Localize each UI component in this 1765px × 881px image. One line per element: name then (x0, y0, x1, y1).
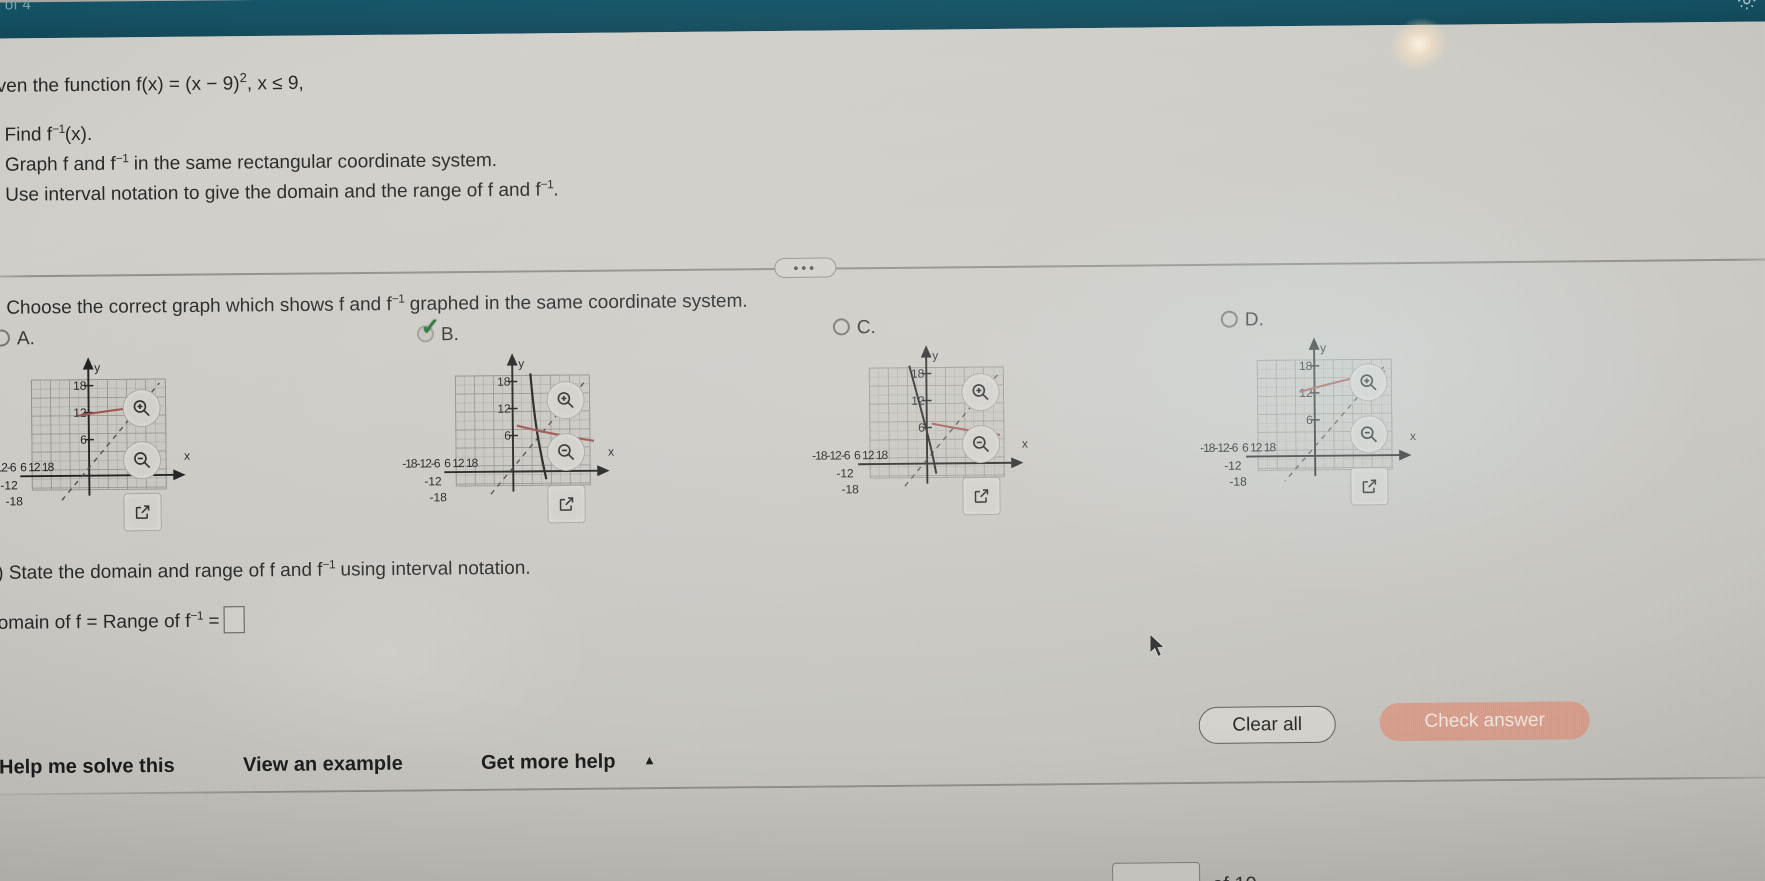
svg-text:y: y (94, 361, 100, 375)
svg-text:y: y (518, 356, 524, 370)
svg-text:y: y (1320, 341, 1326, 355)
choice-radio-a[interactable] (0, 329, 11, 347)
get-more-help-link[interactable]: Get more help (481, 751, 616, 775)
graph-b-y-neg18-tick: -18 (429, 490, 447, 505)
part-c-tail: . (553, 179, 559, 201)
choice-radio-d[interactable] (1220, 310, 1238, 328)
part-b-tail: in the same rectangular coordinate syste… (128, 150, 498, 175)
domain-answer-input[interactable] (223, 606, 245, 634)
domain-answer-equals: = (208, 610, 220, 632)
graph-d-zoom-out-button[interactable] (1349, 415, 1389, 454)
graph-a-zoom-in-button[interactable] (122, 388, 161, 428)
graph-option-a[interactable]: y x 18 12 6 (9, 354, 220, 502)
part-b-text: ) Graph f and f (0, 153, 116, 176)
graph-d-y-neg-ticks: -12 (1224, 458, 1242, 473)
graph-a-x-ticks: -18-12-6 6 12 18 (0, 459, 54, 475)
help-me-solve-this-link[interactable]: Help me solve this (0, 755, 175, 780)
exercise-page: iven the function f(x) = (x − 9)2, x ≤ 9… (0, 21, 1765, 881)
graph-c-y-neg18-tick: -18 (841, 482, 859, 497)
graph-option-d[interactable]: y x 18 12 6 (1235, 335, 1446, 482)
part-b-exponent: −1 (115, 151, 129, 166)
graph-a-expand-button[interactable] (123, 492, 162, 532)
domain-answer-label: omain of f = Range of f (0, 611, 191, 634)
screen-surface: 3 of 4 iven the function f(x) = (x − 9)2… (0, 0, 1765, 881)
problem-part-c: ) Use interval notation to give the doma… (0, 175, 559, 210)
state-lead-text: ) State the domain and range of f and f (0, 559, 323, 584)
domain-answer-row: omain of f = Range of f−1 = (0, 606, 245, 638)
view-an-example-link[interactable]: View an example (243, 753, 403, 778)
part-c-text: ) Use interval notation to give the doma… (0, 179, 541, 206)
svg-text:x: x (608, 445, 614, 459)
graph-option-b[interactable]: y x 18 12 6 (433, 350, 644, 498)
page-number-input[interactable] (1112, 861, 1201, 881)
graph-d-expand-button[interactable] (1350, 467, 1389, 506)
state-tail-text: using interval notation. (335, 557, 531, 581)
graph-b-zoom-out-button[interactable] (546, 432, 586, 472)
choice-letter-c: C. (856, 317, 876, 339)
question-counter: 3 of 4 (0, 0, 32, 14)
graph-d-zoom-in-button[interactable] (1349, 363, 1388, 402)
graph-b-y-neg-ticks: -12 (424, 474, 442, 489)
graph-c-zoom-out-button[interactable] (961, 424, 1001, 464)
graph-c-y-neg-ticks: -12 (836, 466, 854, 481)
svg-text:x: x (1410, 429, 1416, 443)
problem-statement-line: iven the function f(x) = (x − 9)2, x ≤ 9… (0, 68, 304, 102)
choice-letter-a: A. (16, 328, 36, 350)
choose-graph-lead: ) Choose the correct graph which shows f… (0, 294, 392, 319)
graph-a-y-neg18-tick: -18 (5, 494, 23, 509)
graph-c-x-ticks: -18-12-6 6 12 18 (812, 447, 888, 463)
graph-d-x-ticks: -18-12-6 6 12 18 (1199, 440, 1276, 455)
problem-intro-tail: , x ≤ 9, (246, 72, 304, 95)
graph-c-zoom-in-button[interactable] (961, 372, 1000, 412)
part-a-tail: (x). (64, 123, 93, 146)
part-c-exponent: −1 (540, 177, 554, 192)
graph-b-zoom-in-button[interactable] (546, 380, 585, 420)
choice-radio-c[interactable] (832, 318, 850, 336)
part-a-exponent: −1 (51, 121, 65, 136)
graph-d-y-neg18-tick: -18 (1229, 474, 1247, 489)
get-more-help-caret-icon[interactable]: ▲ (643, 752, 656, 767)
problem-part-b: ) Graph f and f−1 in the same rectangula… (0, 146, 497, 181)
choose-graph-exponent: −1 (391, 291, 405, 306)
mouse-cursor (1149, 632, 1168, 665)
part-a-text: ) Find f (0, 124, 53, 146)
state-exponent: −1 (322, 557, 336, 572)
page-of-label: of 10 (1212, 873, 1257, 881)
domain-answer-exponent: −1 (190, 608, 204, 623)
graph-b-expand-button[interactable] (547, 484, 586, 524)
graph-b-x-ticks: -18-12-6 6 12 18 (402, 455, 478, 471)
svg-text:x: x (184, 449, 190, 463)
graph-a-y-neg-ticks: -12 (0, 478, 18, 493)
choose-graph-tail: graphed in the same coordinate system. (404, 290, 748, 315)
problem-part-a: ) Find f−1(x). (0, 120, 92, 151)
svg-text:y: y (932, 348, 938, 362)
state-domain-range-prompt: ) State the domain and range of f and f−… (0, 553, 531, 588)
gear-icon[interactable] (1736, 0, 1758, 12)
svg-text:x: x (1022, 437, 1028, 451)
selected-check-icon: ✓ (420, 313, 441, 340)
choice-letter-d: D. (1244, 309, 1264, 331)
problem-intro-text: iven the function f(x) = (x − 9) (0, 73, 240, 97)
choose-graph-prompt: ) Choose the correct graph which shows f… (0, 286, 748, 323)
graph-c-expand-button[interactable] (962, 476, 1001, 516)
section-divider (0, 258, 1765, 278)
bottom-nav-strip: of 10 ◀ Back Next ▶ (0, 778, 1765, 881)
photographed-screen: 3 of 4 iven the function f(x) = (x − 9)2… (0, 0, 1765, 881)
graph-option-c[interactable]: y x 18 12 6 (847, 342, 1058, 490)
graph-a-zoom-out-button[interactable] (122, 440, 162, 480)
more-options-button[interactable]: ••• (774, 257, 837, 279)
choice-letter-b: B. (440, 324, 459, 346)
